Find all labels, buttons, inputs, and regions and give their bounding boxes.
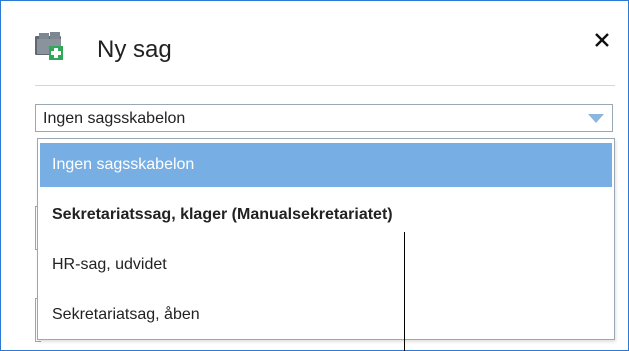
chevron-down-icon[interactable]: [588, 114, 604, 123]
template-option[interactable]: Ingen sagsskabelon: [40, 143, 612, 187]
dialog-title: Ny sag: [97, 36, 172, 63]
template-option[interactable]: Sekretariatsag, åben: [40, 293, 612, 337]
template-option-label: HR-sag, udvidet: [52, 256, 167, 273]
template-option-label: Ingen sagsskabelon: [52, 156, 195, 173]
text-cursor-icon: [404, 232, 405, 351]
dialog-titlebar: Ny sag: [35, 23, 615, 79]
template-option[interactable]: Sekretariatssag, klager (Manualsekretari…: [40, 193, 612, 237]
template-option[interactable]: HR-sag, udvidet: [40, 243, 612, 287]
close-icon: [595, 33, 609, 47]
template-option-label: Sekretariatsag, åben: [52, 306, 200, 323]
title-divider: [35, 85, 615, 86]
case-template-value: Ingen sagsskabelon: [43, 110, 186, 127]
case-template-select[interactable]: Ingen sagsskabelon: [35, 104, 613, 132]
new-case-dialog: Ny sag Ingen sagsskabelon Ingen sagsskab…: [0, 0, 629, 351]
case-template-dropdown: Ingen sagsskabelon Sekretariatssag, klag…: [37, 138, 615, 340]
case-folder-add-icon: [35, 31, 75, 65]
close-button[interactable]: [589, 27, 615, 53]
template-option-label: Sekretariatssag, klager (Manualsekretari…: [52, 206, 393, 223]
